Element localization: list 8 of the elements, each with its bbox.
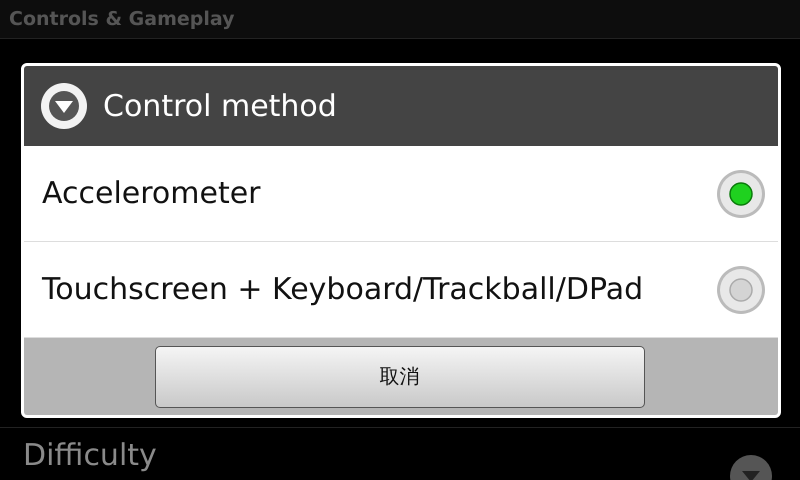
dropdown-icon <box>729 454 773 480</box>
cancel-button[interactable]: 取消 <box>154 346 644 408</box>
screen-title: Controls & Gameplay <box>9 8 234 30</box>
dropdown-icon <box>40 82 88 130</box>
radio-button[interactable] <box>716 168 766 218</box>
dialog-title: Control method <box>103 88 337 124</box>
radio-button[interactable] <box>716 264 766 314</box>
settings-item[interactable]: Difficulty <box>0 427 800 480</box>
